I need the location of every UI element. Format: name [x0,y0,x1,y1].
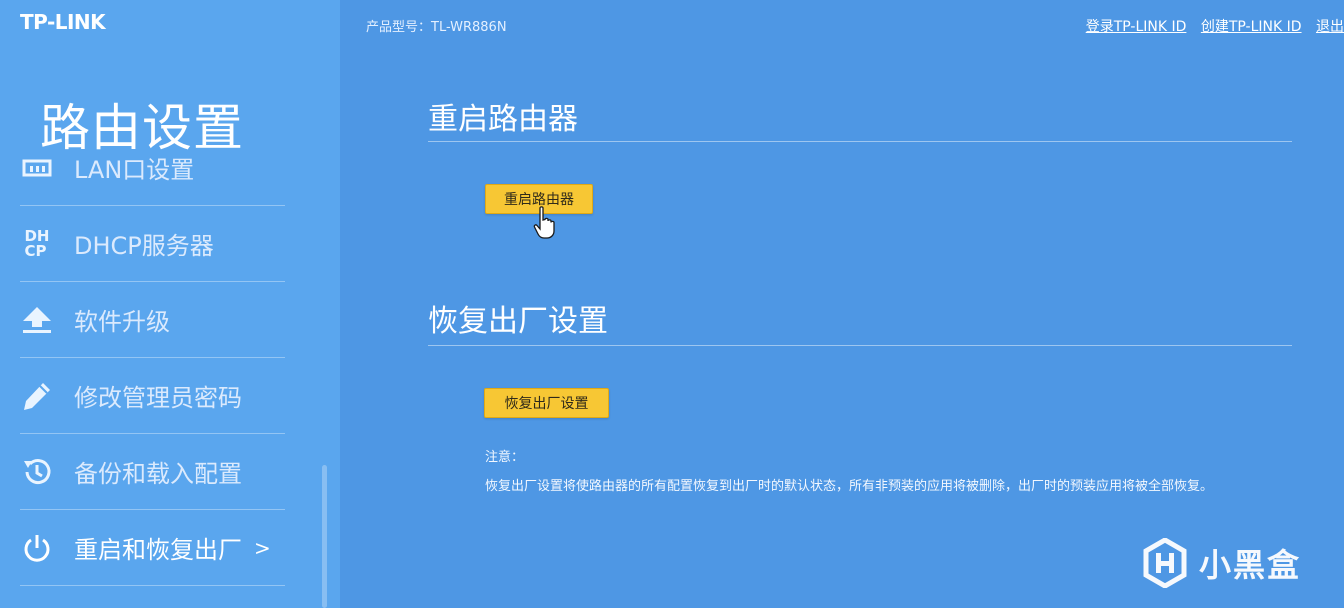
reboot-heading: 重启路由器 [428,102,578,137]
tp-link-logo: TP-LINK [20,10,106,34]
sidebar-item-label: 重启和恢复出厂 [74,536,242,564]
factory-reset-button[interactable]: 恢复出厂设置 [484,388,609,418]
sidebar: TP-LINK 路由设置 LAN口设置 DH CP DHCP服务器 软件升级 修… [0,0,340,608]
sidebar-item-backup[interactable]: 备份和载入配置 [20,434,285,510]
power-icon [20,531,54,565]
network-icon [20,151,54,185]
logout-link[interactable]: 退出 [1316,19,1344,35]
sidebar-item-lan[interactable]: LAN口设置 [20,140,285,206]
dhcp-icon: DH CP [24,226,50,260]
sidebar-item-label: LAN口设置 [74,156,195,184]
watermark: 小黑盒 [1143,538,1301,588]
watermark-text: 小黑盒 [1199,546,1302,584]
login-tplink-id-link[interactable]: 登录TP-LINK ID [1086,19,1187,35]
factory-reset-heading: 恢复出厂设置 [428,304,608,339]
xiaoheihe-logo-icon [1143,538,1187,588]
create-tplink-id-link[interactable]: 创建TP-LINK ID [1201,19,1302,35]
sidebar-item-label: 软件升级 [74,308,170,336]
history-icon [20,455,54,489]
sidebar-item-label: 修改管理员密码 [74,384,242,412]
sidebar-menu: LAN口设置 DH CP DHCP服务器 软件升级 修改管理员密码 备份和载入配… [20,140,285,608]
upload-icon [20,303,54,337]
sidebar-item-reboot-reset[interactable]: 重启和恢复出厂 > [20,510,285,586]
sidebar-item-label: 备份和载入配置 [74,460,242,488]
divider [428,345,1292,346]
sidebar-item-dhcp[interactable]: DH CP DHCP服务器 [20,206,285,282]
sidebar-item-password[interactable]: 修改管理员密码 [20,358,285,434]
header-links: 登录TP-LINK ID 创建TP-LINK ID 退出 [1076,16,1344,36]
sidebar-scrollbar[interactable] [322,465,327,608]
note-title: 注意： [485,450,525,465]
pencil-icon [20,379,54,413]
note-text: 恢复出厂设置将使路由器的所有配置恢复到出厂时的默认状态，所有非预装的应用将被删除… [485,479,1214,494]
hand-cursor-icon [533,206,555,239]
sidebar-item-upgrade[interactable]: 软件升级 [20,282,285,358]
chevron-right-icon: > [254,535,271,560]
divider [428,141,1292,142]
sidebar-item-label: DHCP服务器 [74,232,214,260]
product-model: 产品型号：TL-WR886N [366,20,507,35]
